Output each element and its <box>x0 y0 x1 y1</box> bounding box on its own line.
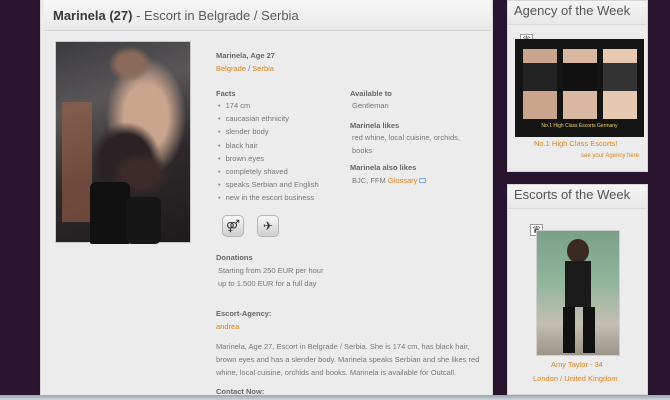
facts-list: 174 cm caucasian ethnicity slender body … <box>218 101 319 207</box>
photo-boot-shape <box>90 182 130 244</box>
profile-panel: Marinela (27) - Escort in Belgrade / Ser… <box>40 0 493 396</box>
page-title: Marinela (27) - Escort in Belgrade / Ser… <box>53 8 299 23</box>
fact-item: completely shaved <box>218 167 319 180</box>
photo-figure-leg <box>563 307 575 353</box>
fact-item: 174 cm <box>218 101 319 114</box>
donations-line: Starting from 250 EUR per hour <box>218 266 324 275</box>
escorts-of-week-title: Escorts of the Week <box>508 185 647 209</box>
fact-item: slender body <box>218 127 319 140</box>
escort-of-week-name[interactable]: Amy Taylor - 34 <box>551 360 603 369</box>
profile-description: Marinela, Age 27, Escort in Belgrade / S… <box>216 342 480 377</box>
likes-line: books <box>352 146 373 155</box>
gay-friendly-icon[interactable]: ⚤ <box>222 215 244 237</box>
profile-location: Belgrade / Serbia <box>216 64 274 73</box>
escort-name-age: Marinela (27) <box>53 8 133 23</box>
likes-line: red whine, local cuisine, orchids, <box>352 133 460 142</box>
banner-figure <box>523 49 557 119</box>
escort-of-week-location[interactable]: London / United Kingdom <box>533 374 618 383</box>
fact-item: black hair <box>218 141 319 154</box>
profile-photo[interactable] <box>55 41 191 244</box>
escort-of-week-photo[interactable] <box>536 230 620 356</box>
available-value: Gentleman <box>352 101 389 110</box>
also-likes-value: BJC, FFM Glossary <box>352 176 427 185</box>
also-likes-label: Marinela also likes <box>350 163 417 172</box>
agency-label: Escort-Agency: <box>216 309 272 318</box>
fact-item: brown eyes <box>218 154 319 167</box>
available-label: Available to <box>350 89 392 98</box>
photo-boot-shape <box>126 197 161 244</box>
chat-icon <box>419 178 427 183</box>
agency-of-week-title: Agency of the Week <box>508 1 647 25</box>
also-likes-text: BJC, FFM <box>352 176 386 185</box>
likes-label: Marinela likes <box>350 121 400 130</box>
fact-item: speaks Serbian and English <box>218 180 319 193</box>
page-title-rest: - Escort in Belgrade / Serbia <box>132 8 299 23</box>
profile-name-line: Marinela, Age 27 <box>216 51 275 60</box>
photo-figure-head <box>567 239 589 263</box>
country-link[interactable]: Serbia <box>252 64 274 73</box>
agency-link[interactable]: andrea <box>216 322 239 331</box>
banner-figure <box>563 49 597 119</box>
agency-banner-caption: No.1 High Class Escorts Germany <box>541 123 618 129</box>
fact-item: new in the escort business <box>218 193 319 206</box>
photo-figure-body <box>565 261 591 307</box>
see-your-agency-link[interactable]: see your Agency here <box>581 153 639 159</box>
banner-figure <box>603 49 637 119</box>
donations-line: up to 1.500 EUR for a full day <box>218 279 317 288</box>
photo-figure-leg <box>583 307 595 353</box>
right-background <box>655 0 670 400</box>
window-bottom-edge <box>0 395 670 400</box>
escorts-of-week-panel: Escorts of the Week ♛ Amy Taylor - 34 Lo… <box>507 184 648 395</box>
donations-label: Donations <box>216 253 253 262</box>
left-background <box>0 0 38 400</box>
glossary-link[interactable]: Glossary <box>388 176 418 185</box>
fact-item: caucasian ethnicity <box>218 114 319 127</box>
travel-icon[interactable]: ✈ <box>257 215 279 237</box>
photo-chair-shape <box>62 102 92 222</box>
profile-header: Marinela (27) - Escort in Belgrade / Ser… <box>44 0 491 31</box>
agency-of-week-panel: Agency of the Week ♛ No.1 High Class Esc… <box>507 0 648 172</box>
city-link[interactable]: Belgrade <box>216 64 246 73</box>
facts-label: Facts <box>216 89 236 98</box>
agency-of-week-link[interactable]: No.1 High Class Escorts! <box>534 139 617 148</box>
